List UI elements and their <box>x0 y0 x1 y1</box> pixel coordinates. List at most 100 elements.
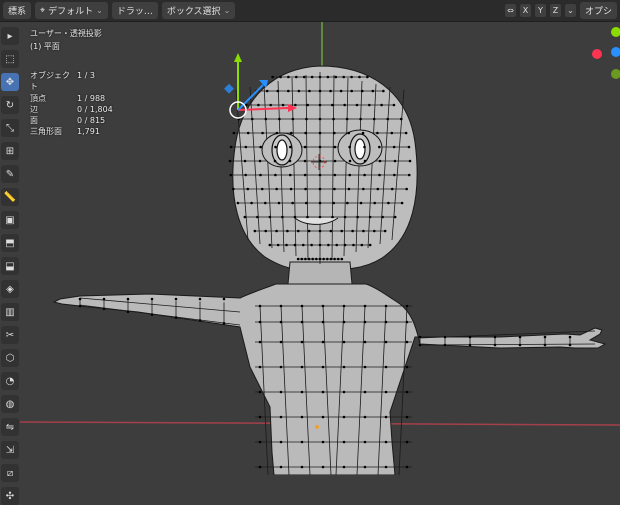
mesh-vertex[interactable] <box>222 297 226 301</box>
mesh-vertex[interactable] <box>258 320 262 324</box>
shrink-fatten-tool[interactable]: ⇲ <box>1 441 19 459</box>
nav-x-icon[interactable] <box>592 49 602 59</box>
mesh-vertex[interactable] <box>287 89 290 93</box>
mesh-vertex[interactable] <box>333 173 337 177</box>
mesh-vertex[interactable] <box>263 201 267 205</box>
mesh-vertex[interactable] <box>384 320 388 324</box>
bevel-tool[interactable]: ◈ <box>1 280 19 298</box>
mesh-vertex[interactable] <box>296 229 300 233</box>
mesh-vertex[interactable] <box>568 343 572 347</box>
mesh-vertex[interactable] <box>306 215 309 219</box>
mesh-vertex[interactable] <box>443 343 447 347</box>
mesh-vertex[interactable] <box>333 159 337 163</box>
mesh-vertex[interactable] <box>342 320 346 324</box>
mesh-vertex[interactable] <box>308 89 311 93</box>
mesh-vertex[interactable] <box>363 340 367 344</box>
mesh-vertex[interactable] <box>384 415 388 419</box>
mesh-vertex[interactable] <box>300 257 304 261</box>
mesh-vertex[interactable] <box>318 201 322 205</box>
mesh-vertex[interactable] <box>232 131 236 135</box>
mesh-vertex[interactable] <box>246 131 250 135</box>
mesh-vertex[interactable] <box>276 243 280 247</box>
mesh-vertex[interactable] <box>342 415 346 419</box>
mesh-vertex[interactable] <box>360 89 364 93</box>
chevron-down-icon[interactable]: ⌄ <box>564 4 576 17</box>
mesh-vertex[interactable] <box>318 103 322 107</box>
mesh-vertex[interactable] <box>228 159 232 163</box>
mesh-vertex[interactable] <box>372 229 376 233</box>
mesh-vertex[interactable] <box>345 117 349 121</box>
mesh-vertex[interactable] <box>307 229 311 233</box>
mesh-vertex[interactable] <box>340 229 344 233</box>
mesh-vertex[interactable] <box>384 465 388 469</box>
mesh-vertex[interactable] <box>291 117 295 121</box>
mesh-vertex[interactable] <box>343 243 347 247</box>
mesh-vertex[interactable] <box>126 297 130 301</box>
mesh-vertex[interactable] <box>300 320 304 324</box>
mesh-vertex[interactable] <box>318 117 322 121</box>
mesh-vertex[interactable] <box>294 75 298 79</box>
mesh-vertex[interactable] <box>318 243 322 247</box>
mesh-vertex[interactable] <box>331 215 334 219</box>
mesh-vertex[interactable] <box>300 415 304 419</box>
mesh-vertex[interactable] <box>289 187 293 191</box>
mesh-vertex[interactable] <box>387 201 390 205</box>
mesh-vertex[interactable] <box>318 229 322 233</box>
mesh-vertex[interactable] <box>333 257 336 261</box>
mesh-vertex[interactable] <box>305 117 308 121</box>
mesh-vertex[interactable] <box>378 173 381 177</box>
mesh-vertex[interactable] <box>303 173 307 177</box>
mesh-vertex[interactable] <box>405 465 409 469</box>
mesh-vertex[interactable] <box>418 335 422 339</box>
mesh-vertex[interactable] <box>302 75 306 79</box>
mesh-vertex[interactable] <box>321 365 325 369</box>
mesh-vertex[interactable] <box>393 215 397 219</box>
mesh-vertex[interactable] <box>322 257 325 261</box>
mesh-vertex[interactable] <box>405 187 408 191</box>
mesh-vertex[interactable] <box>268 243 272 247</box>
mesh-vertex[interactable] <box>287 75 290 79</box>
mesh-vertex[interactable] <box>380 103 383 107</box>
mesh-vertex[interactable] <box>232 187 235 191</box>
mesh-vertex[interactable] <box>296 257 300 261</box>
mesh-vertex[interactable] <box>342 440 346 444</box>
mesh-vertex[interactable] <box>363 365 367 369</box>
mesh-vertex[interactable] <box>363 173 366 177</box>
loop-cut-tool[interactable]: ▥ <box>1 303 19 321</box>
knife-tool[interactable]: ✂ <box>1 326 19 344</box>
mesh-vertex[interactable] <box>229 145 233 149</box>
mesh-vertex[interactable] <box>342 340 346 344</box>
mesh-vertex[interactable] <box>222 321 226 325</box>
mesh-vertex[interactable] <box>399 117 403 121</box>
mesh-vertex[interactable] <box>392 103 396 107</box>
mesh-vertex[interactable] <box>363 465 367 469</box>
mesh-vertex[interactable] <box>356 215 359 219</box>
mesh-vertex[interactable] <box>321 320 325 324</box>
mesh-vertex[interactable] <box>304 257 307 261</box>
mesh-vertex[interactable] <box>350 89 353 93</box>
mesh-vertex[interactable] <box>332 201 335 205</box>
mesh-vertex[interactable] <box>276 89 280 93</box>
drag-dropdown[interactable]: ドラッ… <box>111 2 158 19</box>
mesh-vertex[interactable] <box>275 131 279 135</box>
mesh-vertex[interactable] <box>361 131 365 135</box>
mesh-vertex[interactable] <box>318 89 322 93</box>
mesh-vertex[interactable] <box>253 229 257 233</box>
mesh-vertex[interactable] <box>289 145 292 149</box>
mesh-vertex[interactable] <box>281 103 285 107</box>
select-box-tool[interactable]: ⬚ <box>1 50 19 68</box>
mesh-vertex[interactable] <box>362 229 365 233</box>
mesh-vertex[interactable] <box>418 343 422 347</box>
mesh-vertex[interactable] <box>306 103 309 107</box>
mesh-vertex[interactable] <box>321 465 325 469</box>
mesh-vertex[interactable] <box>278 117 281 121</box>
mesh-vertex[interactable] <box>301 243 305 247</box>
mesh-vertex[interactable] <box>258 304 262 308</box>
mesh-vertex[interactable] <box>321 340 325 344</box>
nav-z-icon[interactable] <box>611 47 620 57</box>
mesh-vertex[interactable] <box>362 187 365 191</box>
mesh-vertex[interactable] <box>368 243 372 247</box>
mesh-vertex[interactable] <box>307 257 311 261</box>
mesh-vertex[interactable] <box>318 75 322 79</box>
mesh-vertex[interactable] <box>318 187 322 191</box>
